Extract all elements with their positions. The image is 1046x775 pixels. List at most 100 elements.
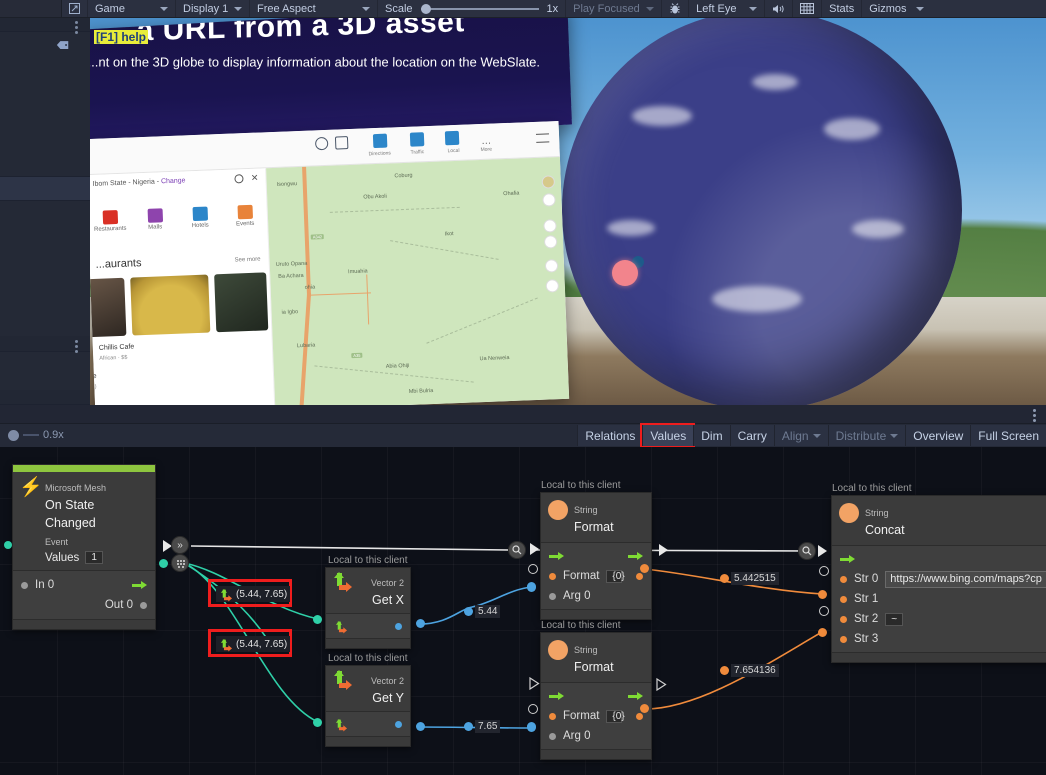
listing-thumbnail[interactable] bbox=[90, 277, 127, 338]
event-out-data-dot[interactable] bbox=[159, 559, 168, 568]
port-row-arg0[interactable]: Arg 0 bbox=[541, 586, 651, 606]
node-string-format-y[interactable]: String Format Format {0} Arg 0 bbox=[540, 632, 652, 760]
port-dot-string-out[interactable] bbox=[636, 712, 643, 720]
port-dot-string-out[interactable] bbox=[636, 572, 643, 580]
gizmos-select[interactable]: Gizmos bbox=[862, 0, 930, 17]
graph-btn-relations[interactable]: Relations bbox=[577, 425, 643, 446]
scale-track[interactable] bbox=[420, 3, 539, 14]
graph-btn-overview[interactable]: Overview bbox=[905, 425, 971, 446]
mute-audio-button[interactable] bbox=[765, 0, 794, 17]
slate-category[interactable]: Restaurants bbox=[90, 209, 132, 233]
node-string-concat[interactable]: String Concat Str 0 https://www.bing.com… bbox=[831, 495, 1046, 663]
graph-btn-distribute[interactable]: Distribute bbox=[827, 425, 906, 446]
search-magnifier-icon[interactable] bbox=[508, 541, 526, 559]
formatx-out-dot[interactable] bbox=[640, 564, 649, 573]
values-count-field[interactable]: 1 bbox=[85, 551, 103, 564]
port-dot-arg-in[interactable] bbox=[549, 592, 556, 600]
format-value-field[interactable]: {0} bbox=[606, 709, 625, 723]
formaty-out-dot[interactable] bbox=[640, 704, 649, 713]
stats-button[interactable]: Stats bbox=[822, 0, 863, 17]
display-select[interactable]: Display 1 bbox=[176, 0, 250, 17]
graph-btn-carry[interactable]: Carry bbox=[729, 425, 774, 446]
map-zoom-out-button[interactable] bbox=[543, 235, 558, 249]
port-dot-string-in[interactable] bbox=[549, 712, 556, 720]
graph-btn-values[interactable]: Values bbox=[640, 423, 696, 448]
port-row[interactable] bbox=[326, 616, 410, 636]
formatx-arg-dot[interactable] bbox=[527, 583, 536, 592]
flow-out-arrow-icon[interactable] bbox=[132, 580, 147, 590]
listing-thumbnail[interactable] bbox=[214, 272, 269, 333]
graph-menu-dots[interactable] bbox=[1033, 409, 1036, 412]
traffic-icon[interactable] bbox=[409, 132, 425, 147]
concat-str2-ring[interactable] bbox=[819, 606, 829, 616]
port-dot-str0[interactable] bbox=[840, 575, 847, 583]
port-row-str1[interactable]: Str 1 bbox=[832, 589, 1046, 609]
str0-url-field[interactable]: https://www.bing.com/maps?cp bbox=[885, 570, 1046, 588]
flow-in-arrow-icon[interactable] bbox=[840, 554, 855, 564]
port-row-str2[interactable]: Str 2 ~ bbox=[832, 609, 1046, 629]
concat-str0-ring[interactable] bbox=[819, 566, 829, 576]
search-icon[interactable] bbox=[334, 136, 349, 150]
flow-row[interactable] bbox=[832, 549, 1046, 569]
port-row[interactable] bbox=[326, 714, 410, 734]
globe-marker-pink[interactable] bbox=[612, 260, 638, 286]
aspect-select[interactable]: Free Aspect bbox=[250, 0, 378, 17]
flow-row[interactable] bbox=[541, 546, 651, 566]
node-string-format-x[interactable]: String Format Format {0} Arg 0 bbox=[540, 492, 652, 620]
web-slate-browser[interactable]: Directions Traffic Local … More Ibom Sta… bbox=[90, 121, 570, 405]
map-layers-button[interactable] bbox=[541, 175, 556, 189]
listing-thumbnail[interactable] bbox=[130, 274, 211, 336]
flow-row[interactable] bbox=[541, 686, 651, 706]
local-icon[interactable] bbox=[444, 130, 460, 146]
port-row-arg0[interactable]: Arg 0 bbox=[541, 726, 651, 746]
panel-block-highlight[interactable] bbox=[0, 176, 90, 201]
map-zoom-in-button[interactable] bbox=[543, 219, 557, 233]
search-magnifier-icon-2[interactable] bbox=[798, 542, 816, 560]
unconnected-port-ring[interactable] bbox=[528, 704, 538, 714]
port-dot-float-out[interactable] bbox=[395, 622, 402, 630]
port-dot-str3[interactable] bbox=[840, 635, 847, 643]
port-row-str3[interactable]: Str 3 bbox=[832, 629, 1046, 649]
slate-map[interactable]: A342 A35 Isongwu Coburg Obu Akoli Ohafia… bbox=[266, 156, 570, 405]
hamburger-icon[interactable] bbox=[535, 133, 550, 143]
play-focused-select[interactable]: Play Focused bbox=[566, 0, 663, 17]
scale-knob[interactable] bbox=[420, 3, 431, 14]
collapse-chevrons-icon[interactable]: » bbox=[171, 536, 189, 554]
view-select[interactable]: Game bbox=[88, 0, 176, 17]
port-row-format[interactable]: Format {0} bbox=[541, 706, 651, 726]
str2-value-field[interactable]: ~ bbox=[885, 612, 904, 626]
port-dot-out[interactable] bbox=[140, 601, 147, 609]
port-row-in0[interactable]: In 0 bbox=[13, 575, 155, 595]
map-rotate-button[interactable] bbox=[542, 193, 556, 207]
gety-output-dot[interactable] bbox=[416, 722, 425, 731]
port-dot-float-out[interactable] bbox=[395, 720, 402, 728]
node-values-row[interactable]: Values 1 bbox=[45, 551, 147, 564]
flow-out-arrow-icon[interactable] bbox=[628, 551, 643, 561]
map-locate-button[interactable] bbox=[545, 279, 560, 293]
zoom-slider-knob[interactable] bbox=[8, 429, 19, 441]
getx-output-dot[interactable] bbox=[416, 619, 425, 628]
port-dot-arg-in[interactable] bbox=[549, 732, 556, 740]
node-vector2-get-x[interactable]: Vector 2 Get X bbox=[325, 567, 411, 649]
graph-btn-fullscreen[interactable]: Full Screen bbox=[970, 425, 1046, 446]
settings-gear-icon[interactable] bbox=[234, 174, 244, 184]
unconnected-port-ring[interactable] bbox=[528, 564, 538, 574]
event-node-left-port[interactable] bbox=[4, 541, 12, 549]
listing-title[interactable]: Chillis Cafe bbox=[99, 343, 135, 351]
slate-category[interactable]: Malls bbox=[133, 208, 178, 232]
node-on-state-changed[interactable]: ⚡ Microsoft Mesh On State Changed Event … bbox=[12, 464, 156, 630]
map-streetside-button[interactable] bbox=[544, 259, 559, 273]
zoom-slider-track[interactable] bbox=[23, 434, 39, 436]
format-value-field[interactable]: {0} bbox=[606, 569, 625, 583]
maximize-icon-button[interactable] bbox=[62, 0, 88, 17]
close-icon[interactable]: ✕ bbox=[251, 173, 259, 183]
panel-menu-dots[interactable] bbox=[75, 21, 78, 24]
port-row-out0[interactable]: Out 0 bbox=[13, 595, 155, 615]
graph-btn-dim[interactable]: Dim bbox=[693, 425, 730, 446]
directions-icon[interactable] bbox=[372, 133, 388, 149]
earth-globe[interactable] bbox=[562, 18, 962, 405]
getx-input-dot[interactable] bbox=[313, 615, 322, 624]
node-vector2-get-y[interactable]: Vector 2 Get Y bbox=[325, 665, 411, 747]
flow-in-arrow-icon[interactable] bbox=[549, 691, 564, 701]
bug-icon-button[interactable] bbox=[662, 0, 690, 17]
